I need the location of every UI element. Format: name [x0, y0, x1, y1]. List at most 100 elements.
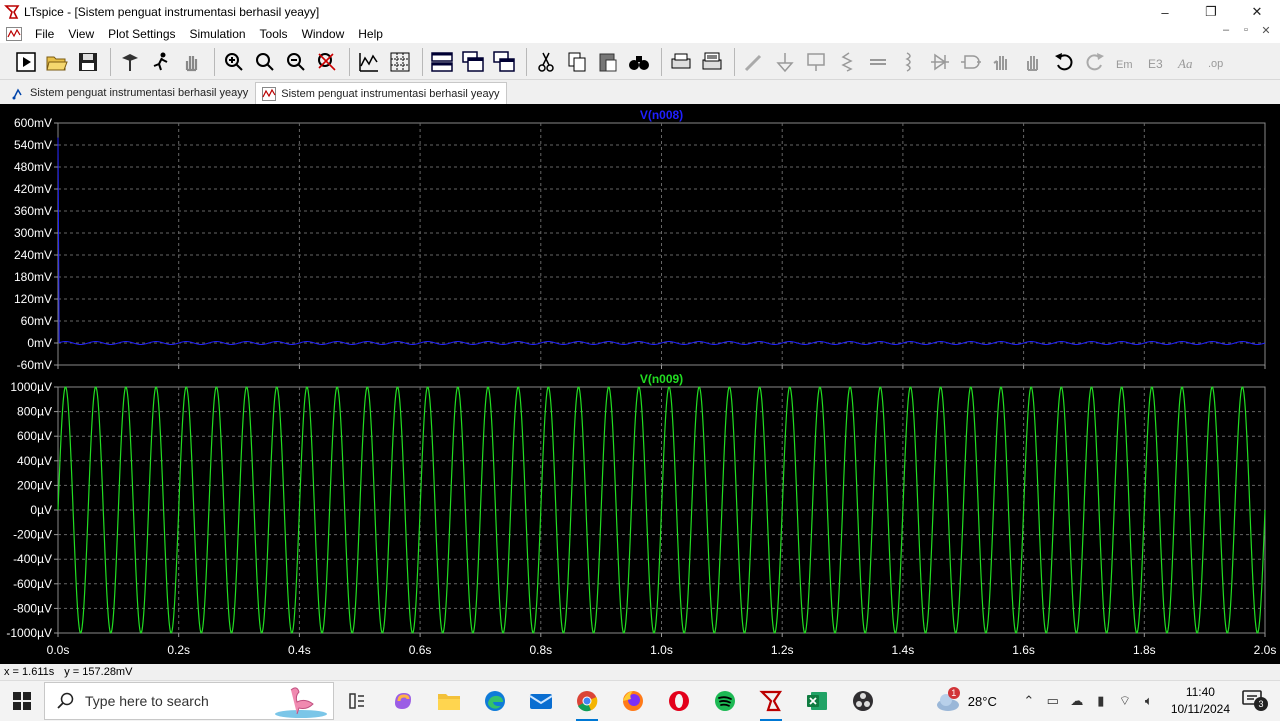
component-icon[interactable]	[957, 48, 985, 76]
file-explorer-icon[interactable]	[426, 681, 472, 721]
halt-icon[interactable]	[147, 48, 175, 76]
start-button[interactable]	[0, 681, 44, 721]
wire-icon[interactable]	[740, 48, 768, 76]
taskbar-clock[interactable]: 11:40 10/11/2024	[1171, 684, 1230, 718]
drag-icon[interactable]	[1019, 48, 1047, 76]
menu-help[interactable]: Help	[351, 27, 390, 41]
taskbar-search-box[interactable]	[44, 682, 334, 720]
x-tick-label: 0.4s	[288, 643, 311, 657]
ground-icon[interactable]	[771, 48, 799, 76]
y-tick-label: 1000µV	[10, 380, 52, 394]
mirror-icon[interactable]: E3	[1143, 48, 1171, 76]
task-view-icon[interactable]	[334, 681, 380, 721]
zoom-out-icon[interactable]	[282, 48, 310, 76]
mdi-controls: – ▫ ✕	[1216, 24, 1276, 37]
print-setup-icon[interactable]	[698, 48, 726, 76]
x-tick-label: 0.8s	[529, 643, 552, 657]
mail-icon[interactable]	[518, 681, 564, 721]
mdi-close-button[interactable]: ✕	[1256, 24, 1276, 37]
cut-icon[interactable]	[532, 48, 560, 76]
restore-button[interactable]: ❐	[1188, 0, 1234, 24]
waveform-plot[interactable]: 600mV 540mV 480mV 420mV 360mV 300mV 240mV 180mV…	[0, 104, 1280, 664]
close-button[interactable]: ✕	[1234, 0, 1280, 24]
y-tick-label: 120mV	[14, 292, 52, 306]
excel-icon[interactable]	[794, 681, 840, 721]
wifi-icon[interactable]: ⌔	[1113, 693, 1137, 709]
menu-file[interactable]: File	[28, 27, 61, 41]
spice-directive-icon[interactable]: .op	[1205, 48, 1233, 76]
find-icon[interactable]	[625, 48, 653, 76]
battery-icon[interactable]: ▮	[1089, 693, 1113, 709]
inductor-icon[interactable]	[895, 48, 923, 76]
text-icon[interactable]: Aa	[1174, 48, 1202, 76]
flamingo-search-highlight-icon	[275, 687, 327, 718]
chrome-icon[interactable]	[564, 681, 610, 721]
notification-center-button[interactable]: 3	[1242, 689, 1272, 713]
y-tick-label: 0µV	[30, 503, 52, 517]
y-tick-label: 540mV	[14, 138, 52, 152]
cursor-y-readout: y = 157.28mV	[64, 666, 133, 678]
obs-icon[interactable]	[840, 681, 886, 721]
y-tick-label: 600µV	[17, 429, 52, 443]
open-icon[interactable]	[43, 48, 71, 76]
label-icon[interactable]	[802, 48, 830, 76]
edge-icon[interactable]	[472, 681, 518, 721]
zoom-fit-icon[interactable]	[313, 48, 341, 76]
title-bar: LTspice - [Sistem penguat instrumentasi …	[0, 0, 1280, 24]
grid-icon[interactable]	[386, 48, 414, 76]
save-icon[interactable]	[74, 48, 102, 76]
tile-horizontal-icon[interactable]	[428, 48, 456, 76]
zoom-box-icon[interactable]	[251, 48, 279, 76]
ltspice-icon[interactable]	[748, 681, 794, 721]
tile-vertical-icon[interactable]	[490, 48, 518, 76]
menu-tools[interactable]: Tools	[253, 27, 295, 41]
run-icon[interactable]	[12, 48, 40, 76]
undo-icon[interactable]	[1050, 48, 1078, 76]
menu-view[interactable]: View	[61, 27, 101, 41]
opera-icon[interactable]	[656, 681, 702, 721]
move-icon[interactable]	[988, 48, 1016, 76]
show-hidden-icons-chevron-icon[interactable]: ⌃	[1017, 693, 1041, 709]
volume-icon[interactable]: 🔈︎	[1137, 693, 1161, 709]
minimize-button[interactable]: –	[1142, 0, 1188, 24]
menu-window[interactable]: Window	[295, 27, 352, 41]
y-tick-label: 0mV	[27, 336, 52, 350]
waveform-viewer[interactable]: 600mV 540mV 480mV 420mV 360mV 300mV 240mV 180mV…	[0, 104, 1280, 664]
search-icon	[57, 692, 74, 709]
resistor-icon[interactable]	[833, 48, 861, 76]
svg-text:E3: E3	[1148, 57, 1163, 71]
control-panel-icon[interactable]	[116, 48, 144, 76]
spotify-icon[interactable]	[702, 681, 748, 721]
copilot-icon[interactable]	[380, 681, 426, 721]
toolbar: Em E3 Aa .op	[0, 44, 1280, 80]
autorange-icon[interactable]	[355, 48, 383, 76]
mdi-restore-button[interactable]: ▫	[1236, 24, 1256, 37]
waveform-doc-icon[interactable]	[6, 26, 22, 41]
paste-icon[interactable]	[594, 48, 622, 76]
x-tick-label: 1.8s	[1133, 643, 1156, 657]
onedrive-cloud-icon[interactable]: ☁	[1065, 693, 1089, 709]
redo-icon[interactable]	[1081, 48, 1109, 76]
tab-waveform[interactable]: Sistem penguat instrumentasi berhasil ye…	[255, 82, 507, 104]
diode-icon[interactable]	[926, 48, 954, 76]
pan-icon[interactable]	[178, 48, 206, 76]
mdi-minimize-button[interactable]: –	[1216, 24, 1236, 37]
x-tick-label: 0.6s	[409, 643, 432, 657]
tab-schematic[interactable]: Sistem penguat instrumentasi berhasil ye…	[4, 81, 255, 104]
network-adapter-icon[interactable]: ▭	[1041, 693, 1065, 709]
print-icon[interactable]	[667, 48, 695, 76]
menu-simulation[interactable]: Simulation	[183, 27, 253, 41]
x-tick-label: 0.0s	[47, 643, 70, 657]
y-tick-label: 400µV	[17, 454, 52, 468]
firefox-icon[interactable]	[610, 681, 656, 721]
y-tick-label: 300mV	[14, 226, 52, 240]
weather-widget[interactable]: 1 28°C	[934, 687, 997, 712]
capacitor-icon[interactable]	[864, 48, 892, 76]
zoom-in-icon[interactable]	[220, 48, 248, 76]
search-input[interactable]	[83, 692, 287, 710]
document-tabs: Sistem penguat instrumentasi berhasil ye…	[0, 82, 1280, 104]
cascade-icon[interactable]	[459, 48, 487, 76]
rotate-icon[interactable]: Em	[1112, 48, 1140, 76]
copy-icon[interactable]	[563, 48, 591, 76]
menu-plot-settings[interactable]: Plot Settings	[101, 27, 182, 41]
